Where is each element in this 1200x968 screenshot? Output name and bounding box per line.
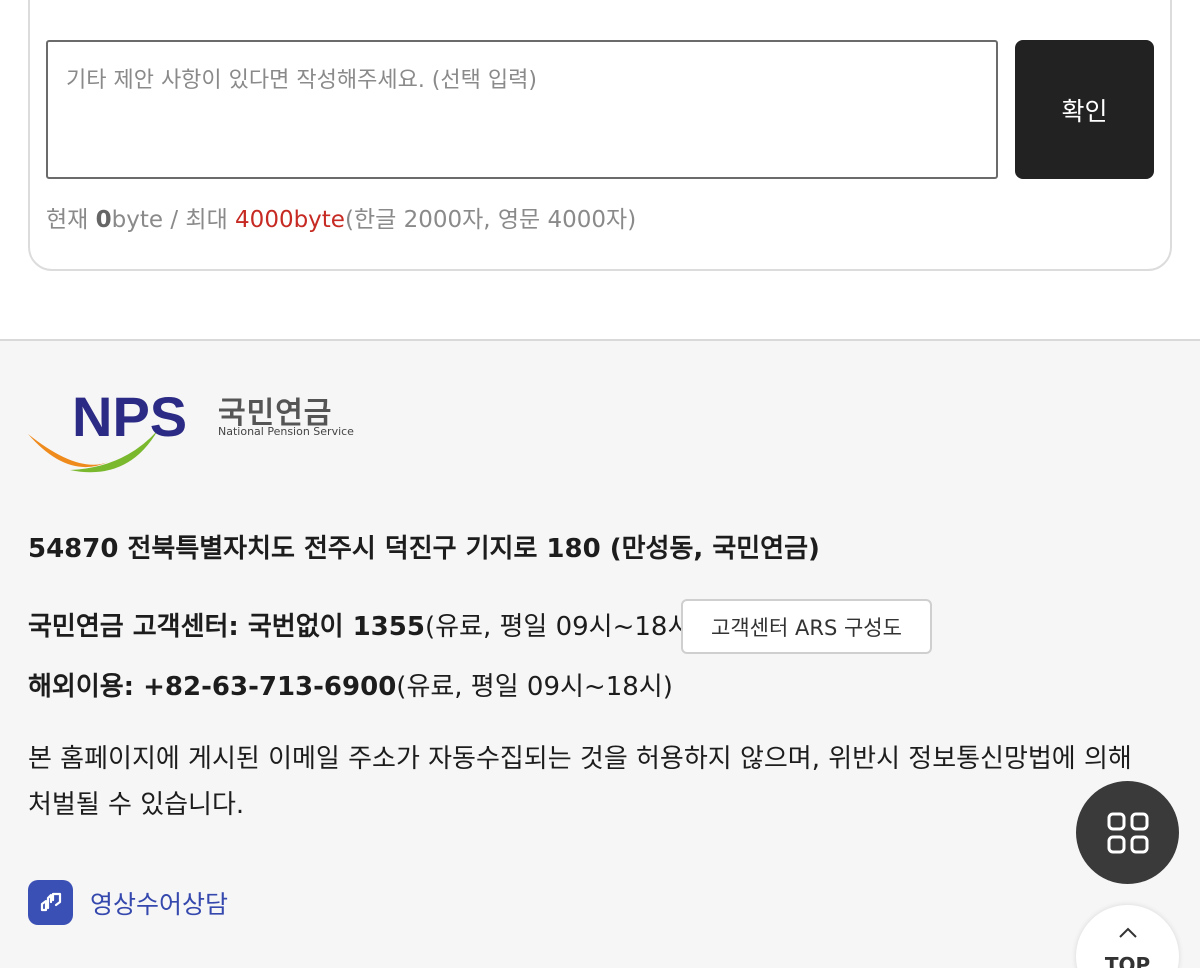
chevron-up-icon (1118, 925, 1138, 943)
menu-button[interactable] (1076, 781, 1179, 884)
nps-logo-mark: NPS (28, 385, 187, 473)
byte-max: 4000byte (235, 207, 345, 233)
logo-name-en: National Pension Service (218, 425, 354, 438)
call-center-label: 국민연금 고객센터: 국번없이 1355 (28, 612, 425, 642)
scroll-top-button[interactable]: TOP (1076, 905, 1179, 968)
overseas-label: 해외이용: +82-63-713-6900 (28, 672, 397, 702)
confirm-button[interactable]: 확인 (1015, 40, 1154, 179)
overseas-line: 해외이용: +82-63-713-6900(유료, 평일 09시~18시) (28, 666, 673, 703)
nps-logo[interactable]: NPS 국민연금 National Pension Service (28, 385, 358, 478)
email-notice: 본 홈페이지에 게시된 이메일 주소가 자동수집되는 것을 허용하지 않으며, … (28, 744, 1132, 820)
sign-language-link[interactable]: 영상수어상담 (28, 880, 228, 925)
grid-icon (1107, 812, 1148, 853)
overseas-note: (유료, 평일 09시~18시) (396, 672, 673, 702)
footer-address: 54870 전북특별자치도 전주시 덕진구 기지로 180 (만성동, 국민연금… (28, 534, 820, 564)
suggestion-textarea[interactable] (46, 40, 998, 179)
sign-language-label: 영상수어상담 (90, 889, 229, 919)
sign-language-icon (28, 880, 73, 925)
byte-mid: byte / 최대 (111, 207, 236, 233)
call-center-note: (유료, 평일 09시~18시) (424, 612, 702, 642)
logo-mark-text: NPS (72, 388, 187, 448)
ars-diagram-button[interactable]: 고객센터 ARS 구성도 (681, 599, 932, 654)
feedback-section: 확인 현재 0byte / 최대 4000byte(한글 2000자, 영문 4… (0, 0, 1200, 341)
call-center-line: 국민연금 고객센터: 국번없이 1355(유료, 평일 09시~18시) (28, 606, 702, 643)
byte-current: 0 (95, 207, 112, 233)
byte-suffix: (한글 2000자, 영문 4000자) (344, 207, 637, 233)
top-label: TOP (1104, 953, 1151, 968)
byte-prefix: 현재 (46, 207, 96, 233)
byte-counter: 현재 0byte / 최대 4000byte(한글 2000자, 영문 4000… (46, 200, 636, 234)
